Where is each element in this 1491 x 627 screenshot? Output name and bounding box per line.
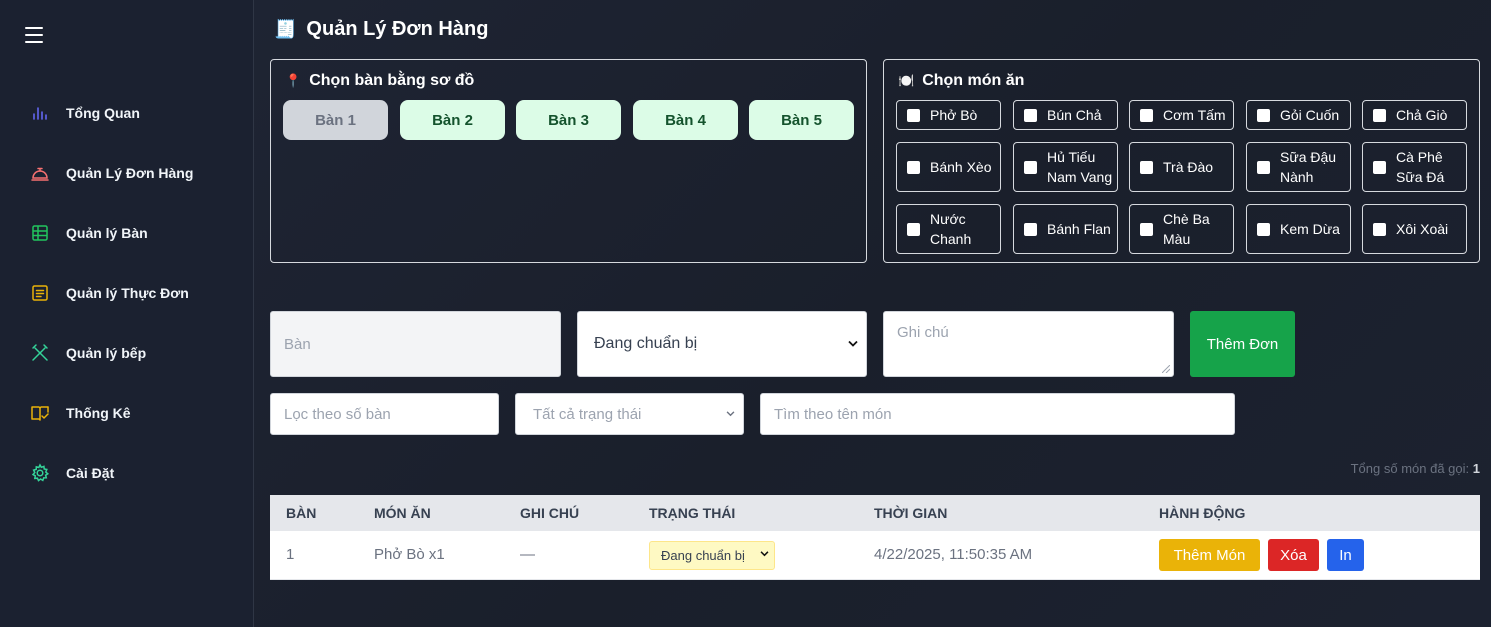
sidebar-item-label: Quản Lý Đơn Hàng [66,165,194,181]
pin-icon: 📍 [285,73,302,88]
cell-table: 1 [286,546,295,563]
checkbox[interactable] [1140,222,1153,236]
sidebar-item-label: Tổng Quan [66,105,140,121]
resize-handle-icon[interactable] [1162,365,1170,373]
dish-checkbox-item[interactable]: Gỏi Cuốn [1246,100,1351,130]
dish-checkbox-item[interactable]: Nước Chanh [896,204,1001,254]
checkbox[interactable] [1373,108,1386,122]
dish-checkbox-item[interactable]: Cà Phê Sữa Đá [1362,142,1467,192]
book-check-icon [31,406,49,421]
filter-table-input[interactable]: Lọc theo số bàn [270,393,499,435]
chevron-down-icon [726,411,735,417]
sidebar-item-settings[interactable]: Cài Đặt [30,461,114,485]
table-map-panel: 📍 Chọn bàn bằng sơ đồ Bàn 1 Bàn 2 Bàn 3 … [270,59,867,263]
dish-checkbox-item[interactable]: Bún Chả [1013,100,1118,130]
column-header: HÀNH ĐỘNG [1159,505,1246,521]
add-order-button[interactable]: Thêm Đơn [1190,311,1295,377]
sidebar-item-label: Quản lý bếp [66,345,147,361]
cell-note: — [520,546,535,563]
page-title: 🧾 Quản Lý Đơn Hàng [274,18,489,40]
dish-checkbox-item[interactable]: Chả Giò [1362,100,1467,130]
sidebar-item-statistics[interactable]: Thống Kê [30,401,131,425]
filter-dish-search-input[interactable]: Tìm theo tên món [760,393,1235,435]
menu-list-icon [32,285,48,301]
filter-status-select[interactable]: Tất cả trạng thái [515,393,744,435]
column-header: MÓN ĂN [374,505,431,521]
sidebar-item-overview[interactable]: Tổng Quan [30,101,140,125]
hamburger-menu-icon[interactable] [25,27,43,43]
checkbox[interactable] [1373,160,1386,174]
utensils-icon [32,344,48,361]
note-textarea[interactable]: Ghi chú [883,311,1174,377]
table-row: 1 Phở Bò x1 — Đang chuẩn bị 4/22/2025, 1… [270,531,1480,580]
sidebar-item-orders[interactable]: Quản Lý Đơn Hàng [30,161,193,185]
dish-checkbox-item[interactable]: Bánh Flan [1013,204,1118,254]
checkbox[interactable] [907,222,920,236]
dish-panel: 🍽️ Chọn món ăn Phở Bò Bún Chả Cơm Tấm Gỏ… [883,59,1480,263]
column-header: BÀN [286,505,317,521]
dish-checkbox-item[interactable]: Trà Đào [1129,142,1234,192]
cell-time: 4/22/2025, 11:50:35 AM [874,546,1033,563]
plate-icon: 🍽️ [898,73,915,88]
table-header: BÀN MÓN ĂN GHI CHÚ TRẠNG THÁI THỜI GIAN … [270,495,1480,531]
checkbox[interactable] [1024,108,1037,122]
sidebar-item-label: Quản lý Thực Đơn [66,285,189,301]
checkbox[interactable] [907,160,920,174]
bar-chart-icon [33,107,47,120]
column-header: GHI CHÚ [520,505,580,521]
dish-checkbox-item[interactable]: Kem Dừa [1246,204,1351,254]
order-status-select[interactable]: Đang chuẩn bị [577,311,867,377]
sidebar-item-tables[interactable]: Quản lý Bàn [30,221,148,245]
sidebar: Tổng Quan Quản Lý Đơn Hàng Quản lý Bàn Q… [0,0,254,627]
gear-icon [31,463,50,482]
checkbox[interactable] [1024,160,1037,174]
table-button-4[interactable]: Bàn 4 [633,100,738,140]
row-status-select[interactable]: Đang chuẩn bị [649,541,775,570]
column-header: TRẠNG THÁI [649,505,736,521]
dish-checkbox-item[interactable]: Chè Ba Màu [1129,204,1234,254]
orders-table: BÀN MÓN ĂN GHI CHÚ TRẠNG THÁI THỜI GIAN … [270,495,1480,580]
sidebar-item-label: Cài Đặt [66,465,115,481]
checkbox[interactable] [1257,108,1270,122]
dish-checkbox-item[interactable]: Sữa Đậu Nành [1246,142,1351,192]
sidebar-item-label: Thống Kê [66,405,131,421]
cell-dish: Phở Bò x1 [374,546,445,563]
table-input[interactable]: Bàn [270,311,561,377]
dish-checkbox-item[interactable]: Bánh Xèo [896,142,1001,192]
checkbox[interactable] [907,108,920,122]
dish-panel-title: 🍽️ Chọn món ăn [898,72,1025,89]
table-grid-icon [32,225,48,241]
delete-button[interactable]: Xóa [1268,539,1319,571]
checkbox[interactable] [1373,222,1386,236]
sidebar-item-label: Quản lý Bàn [66,225,148,241]
column-header: THỜI GIAN [874,505,948,521]
chevron-down-icon [848,340,858,347]
print-button[interactable]: In [1327,539,1364,571]
checkbox[interactable] [1024,222,1037,236]
add-dish-button[interactable]: Thêm Món [1159,539,1260,571]
table-button-3[interactable]: Bàn 3 [516,100,621,140]
table-button-5[interactable]: Bàn 5 [749,100,854,140]
dish-checkbox-item[interactable]: Cơm Tấm [1129,100,1234,130]
checkbox[interactable] [1257,160,1270,174]
chevron-down-icon [760,551,769,557]
table-button-1[interactable]: Bàn 1 [283,100,388,140]
sidebar-item-kitchen[interactable]: Quản lý bếp [30,341,146,365]
table-map-title: 📍 Chọn bàn bằng sơ đồ [285,72,475,89]
dish-checkbox-item[interactable]: Phở Bò [896,100,1001,130]
total-dishes-count: Tổng số món đã gọi: 1 [1350,461,1480,476]
checkbox[interactable] [1140,108,1153,122]
checkbox[interactable] [1140,160,1153,174]
table-button-2[interactable]: Bàn 2 [400,100,505,140]
sidebar-item-menu[interactable]: Quản lý Thực Đơn [30,281,189,305]
checkbox[interactable] [1257,222,1270,236]
main-content: 🧾 Quản Lý Đơn Hàng 📍 Chọn bàn bằng sơ đồ… [254,0,1491,627]
receipt-icon: 🧾 [274,19,297,39]
dish-checkbox-item[interactable]: Hủ Tiếu Nam Vang [1013,142,1118,192]
bell-service-icon [31,167,49,181]
dish-checkbox-item[interactable]: Xôi Xoài [1362,204,1467,254]
